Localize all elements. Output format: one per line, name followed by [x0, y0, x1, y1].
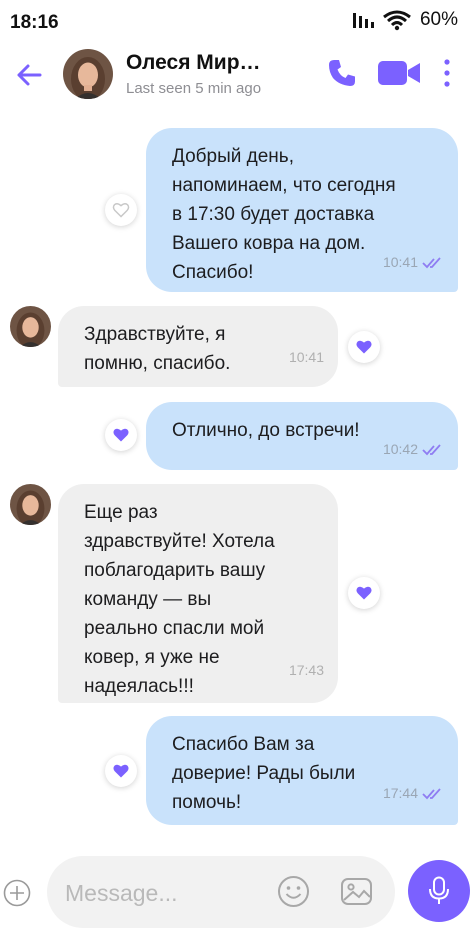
gallery-icon[interactable] [340, 875, 373, 908]
message-time: 17:44 [382, 785, 418, 801]
read-ticks-icon [422, 787, 441, 799]
like-button[interactable] [105, 419, 137, 451]
message-time: 10:42 [382, 441, 418, 457]
plus-icon[interactable] [3, 879, 31, 907]
heart-outline-icon [112, 203, 130, 218]
contact-avatar[interactable] [63, 49, 113, 99]
message-time: 17:43 [288, 662, 324, 678]
heart-filled-icon [356, 586, 372, 600]
like-button[interactable] [105, 755, 137, 787]
read-ticks-icon [422, 256, 441, 268]
message-bubble-incoming[interactable]: Здравствуйте, я помню, спасибо. 10:41 [58, 306, 338, 387]
like-button[interactable] [348, 331, 380, 363]
chat-header: Олеся Мир… Last seen 5 min ago [0, 44, 470, 106]
message-meta: 10:42 [383, 435, 444, 464]
message-input[interactable] [63, 876, 267, 910]
phone-icon[interactable] [326, 57, 358, 89]
message-input-bar [0, 850, 470, 950]
heart-filled-icon [113, 764, 129, 778]
like-button[interactable] [348, 577, 380, 609]
message-bubble-outgoing[interactable]: Спасибо Вам за доверие! Рады были помочь… [146, 716, 458, 825]
sender-avatar [10, 306, 51, 347]
read-ticks-icon [422, 443, 441, 455]
message-time: 10:41 [288, 349, 324, 365]
back-arrow-icon[interactable] [14, 60, 44, 90]
message-meta: 17:44 [383, 779, 444, 808]
voice-message-button[interactable] [408, 860, 470, 922]
video-camera-icon[interactable] [377, 58, 421, 88]
sticker-icon[interactable] [277, 875, 310, 908]
message-time: 10:41 [382, 254, 418, 270]
more-vertical-icon[interactable] [440, 57, 454, 89]
heart-filled-icon [356, 340, 372, 354]
status-right: 60% [352, 9, 458, 31]
message-meta: 10:41 [383, 248, 444, 277]
sender-avatar [10, 484, 51, 525]
like-button[interactable] [105, 194, 137, 226]
message-bubble-outgoing[interactable]: Отлично, до встречи! 10:42 [146, 402, 458, 470]
last-seen-status: Last seen 5 min ago [126, 80, 262, 97]
message-bubble-outgoing[interactable]: Добрый день, напоминаем, что сегодня в 1… [146, 128, 458, 292]
contact-name[interactable]: Олеся Мир… [126, 51, 261, 75]
battery-level: 60% [419, 9, 458, 30]
signal-icon [352, 13, 374, 28]
wifi-icon [383, 10, 411, 31]
status-time: 18:16 [10, 12, 59, 33]
message-meta: 10:41 [289, 343, 324, 372]
microphone-icon [429, 876, 449, 904]
message-meta: 17:43 [289, 656, 324, 685]
message-bubble-incoming[interactable]: Еще раз здравствуйте! Хотела поблагодари… [58, 484, 338, 703]
message-field [47, 856, 395, 928]
message-text: Здравствуйте, я помню, спасибо. [84, 324, 231, 374]
message-text: Еще раз здравствуйте! Хотела поблагодари… [84, 502, 275, 697]
heart-filled-icon [113, 428, 129, 442]
status-bar: 18:16 60% [0, 0, 470, 44]
